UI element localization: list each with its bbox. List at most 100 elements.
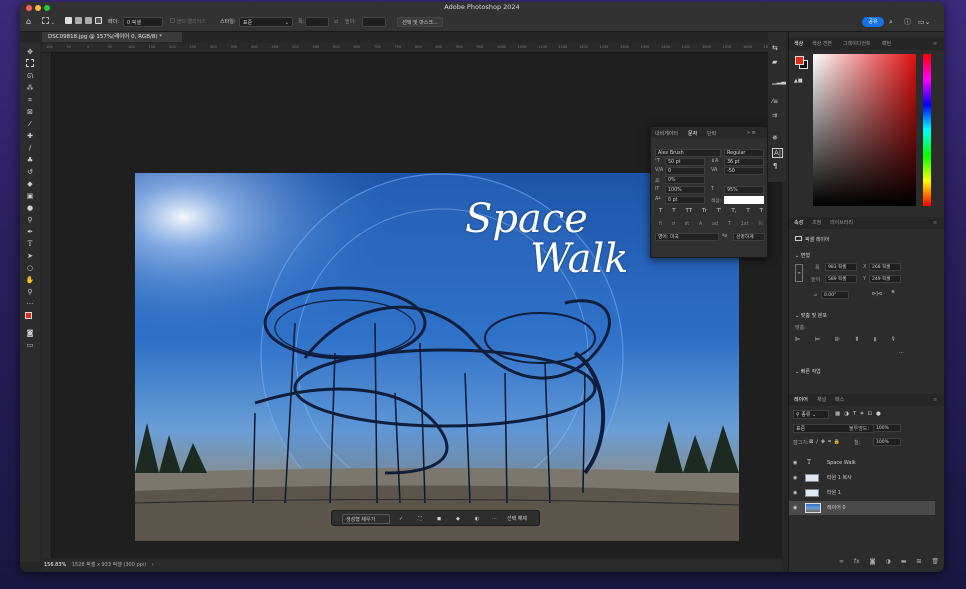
style-select[interactable]: 표준 ⌄ — [239, 17, 293, 27]
swap-icon[interactable]: ⇄ — [334, 17, 338, 27]
language-select[interactable]: 영어: 미국 — [655, 233, 719, 241]
home-icon[interactable]: ⌂ — [26, 17, 31, 27]
color-field[interactable] — [813, 54, 916, 206]
vertical-scale-input[interactable]: 100% — [665, 186, 705, 194]
align-right-icon[interactable]: ⊪ — [835, 336, 840, 344]
kerning-input[interactable]: 0 — [665, 167, 705, 175]
layer-row-text[interactable]: ◉ T Space Walk — [789, 456, 935, 470]
marquee-tool-preset-icon[interactable]: ⌄ — [42, 17, 55, 27]
close-window-button[interactable] — [26, 4, 32, 11]
delete-layer-icon[interactable]: 🗑 — [931, 558, 939, 565]
eraser-tool-icon[interactable]: ◆ — [25, 179, 35, 189]
link-dimensions-icon[interactable]: ∞ — [795, 264, 803, 282]
hue-slider[interactable] — [923, 54, 931, 206]
font-size-input[interactable]: 50 pt — [665, 158, 705, 166]
all-caps-button[interactable]: TT — [685, 208, 692, 214]
eye-icon[interactable]: ◉ — [793, 456, 797, 470]
status-menu-arrow[interactable]: › — [152, 562, 154, 568]
titling-button[interactable]: A — [699, 221, 702, 227]
magic-wand-tool-icon[interactable]: ⁂ — [25, 83, 35, 93]
eyedropper-tool-icon[interactable]: ⁄ — [25, 119, 35, 129]
panel-menu-icon[interactable]: ≡ — [933, 38, 937, 50]
transform-selection-icon[interactable]: ⛶ — [418, 511, 422, 527]
screen-mode-icon[interactable]: ▭ — [25, 340, 35, 350]
stylistic-alternates-button[interactable]: ad — [712, 221, 718, 227]
x-input[interactable]: 268 픽셀 — [869, 263, 901, 271]
crop-tool-icon[interactable]: ⌗ — [25, 95, 35, 105]
align-bottom-icon[interactable]: ⫩ — [892, 336, 895, 344]
zoom-tool-icon[interactable]: ⚲ — [25, 287, 35, 297]
layer-style-button[interactable]: fx — [854, 558, 860, 565]
ellipse-tool-icon[interactable]: ○ — [25, 263, 35, 273]
angle-input[interactable]: 0.00° — [821, 291, 849, 299]
move-tool-icon[interactable]: ✥ — [25, 47, 35, 57]
tsume-input[interactable]: 0% — [665, 176, 705, 184]
drag-handle-icon[interactable]: ⋮ — [335, 511, 340, 527]
layer-row-layer0[interactable]: ◉ 레이어 0 — [789, 501, 935, 515]
align-section-title[interactable]: ⌄ 맞춤 및 분포 — [795, 312, 827, 319]
brush-settings-panel-icon[interactable]: ⁄≡ — [772, 98, 778, 105]
glyphs-panel-icon[interactable]: ✵ — [772, 134, 778, 142]
more-tools-icon[interactable]: ··· — [25, 299, 35, 309]
comments-panel-icon[interactable]: ▰ — [772, 58, 777, 66]
y-input[interactable]: 249 픽셀 — [869, 275, 901, 283]
blur-tool-icon[interactable]: ● — [25, 203, 35, 213]
font-style-select[interactable]: Regular — [724, 149, 764, 157]
new-selection-icon[interactable] — [65, 17, 72, 27]
align-top-icon[interactable]: ⫪ — [855, 336, 858, 344]
strikethrough-button[interactable]: T — [760, 208, 763, 214]
eye-icon[interactable]: ◉ — [793, 486, 797, 500]
ordinal-button[interactable]: 1st — [741, 221, 749, 227]
document-tab[interactable]: DSC09818.jpg @ 157%(레이어 0, RGB/8) * — [42, 32, 182, 42]
hand-tool-icon[interactable]: ✋ — [25, 275, 35, 285]
swash-button[interactable]: st — [685, 221, 690, 227]
feather-input[interactable]: 0 픽셀 — [123, 17, 163, 27]
fractions-button[interactable]: ½ — [758, 221, 763, 227]
leading-input[interactable]: 36 pt — [724, 158, 764, 166]
mask-icon[interactable]: ◼ — [437, 511, 441, 527]
pen-tool-icon[interactable]: ✒ — [25, 227, 35, 237]
antialias-checkbox[interactable]: 앤티 앨리어스 — [170, 17, 206, 27]
tab-swatches[interactable]: 색상 견본 — [812, 38, 832, 50]
faux-italic-button[interactable]: T — [672, 208, 675, 214]
ligature-button[interactable]: fi — [659, 221, 662, 227]
tab-paths[interactable]: 패스 — [835, 394, 844, 406]
deselect-button[interactable]: 선택 해제 — [507, 511, 527, 527]
zoom-level[interactable]: 156.83% — [44, 562, 66, 568]
character-panel-icon[interactable]: A| — [772, 148, 784, 158]
ordinals-button[interactable]: T — [728, 221, 731, 227]
new-layer-icon[interactable]: ⊞ — [916, 558, 921, 565]
more-align-icon[interactable]: ··· — [899, 350, 904, 356]
tab-properties[interactable]: 속성 — [794, 217, 803, 229]
select-mask-button[interactable]: 선택 및 마스크... — [397, 17, 443, 27]
horizontal-scale-input[interactable]: 95% — [724, 186, 764, 194]
align-center-v-icon[interactable]: ⫫ — [873, 336, 876, 344]
antialias-method-select[interactable]: 선명하게 — [733, 233, 765, 241]
new-group-icon[interactable]: ▬ — [901, 558, 907, 565]
type-tool-icon[interactable]: T — [25, 239, 35, 249]
baseline-input[interactable]: 0 pt — [665, 196, 705, 204]
brush-tool-icon[interactable]: ∕ — [25, 143, 35, 153]
minimize-window-button[interactable] — [35, 4, 41, 11]
intersect-selection-icon[interactable] — [95, 17, 102, 27]
dodge-tool-icon[interactable]: ⚲ — [25, 215, 35, 225]
adjust-panel-icon[interactable]: ⇉ — [772, 112, 777, 119]
eye-icon[interactable]: ◉ — [793, 471, 797, 485]
opacity-input[interactable]: 100% — [873, 424, 901, 432]
tab-layers[interactable]: 레이어 — [794, 394, 808, 406]
generative-fill-button[interactable]: 생성형 채우기 — [342, 514, 390, 524]
discretionary-ligature-button[interactable]: ơ — [672, 221, 675, 227]
paragraph-panel-icon[interactable]: ¶ — [773, 162, 777, 170]
quick-actions-title[interactable]: ⌄ 빠른 작업 — [795, 368, 821, 375]
tab-gradients[interactable]: 그레이디언트 — [843, 38, 871, 50]
subtract-selection-icon[interactable] — [85, 17, 92, 27]
tab-color[interactable]: 색상 — [794, 38, 803, 50]
foreground-color-swatch[interactable] — [25, 312, 32, 319]
tab-patterns[interactable]: 패턴 — [882, 38, 891, 50]
w-input[interactable]: 983 픽셀 — [825, 263, 857, 271]
tracking-input[interactable]: -50 — [724, 167, 764, 175]
fill-icon[interactable]: ◆ — [456, 511, 460, 527]
flip-vertical-icon[interactable]: ≚ — [891, 290, 895, 296]
history-brush-tool-icon[interactable]: ↺ — [25, 167, 35, 177]
font-family-select[interactable]: Alex Brush — [655, 149, 721, 157]
